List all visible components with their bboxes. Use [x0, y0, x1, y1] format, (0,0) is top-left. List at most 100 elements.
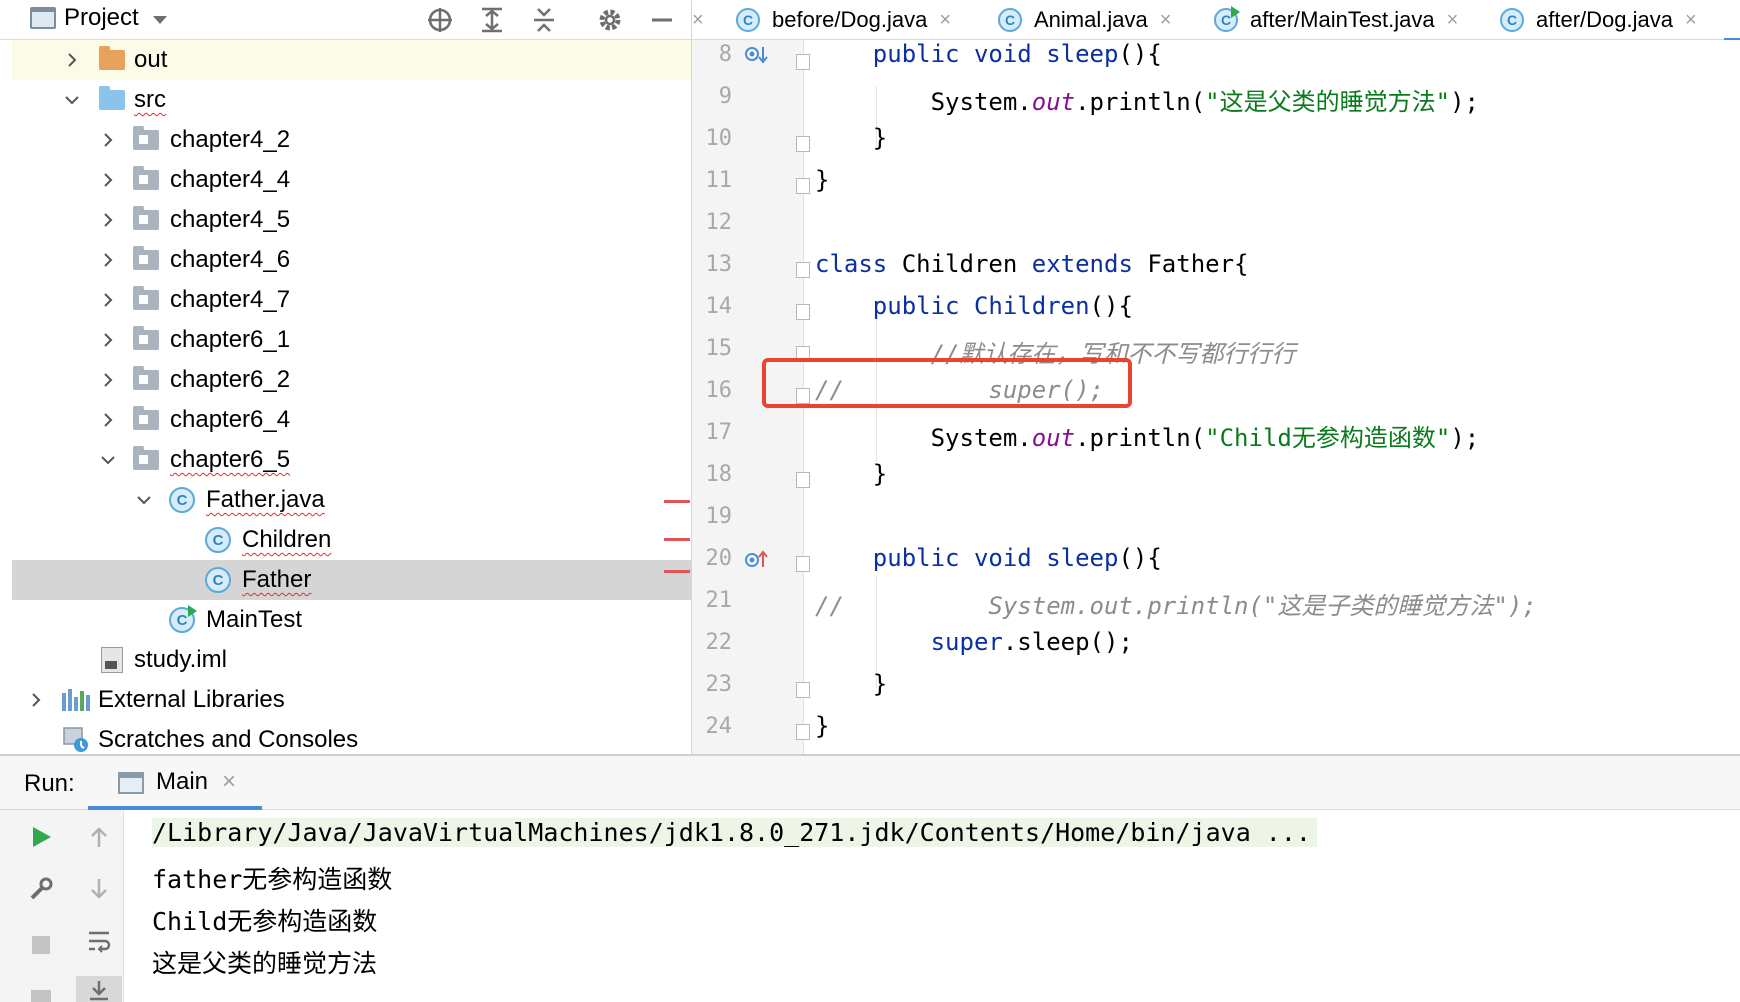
tree-item-label: MainTest	[206, 606, 303, 633]
tree-item-out[interactable]: out	[12, 40, 691, 80]
close-icon[interactable]: ×	[1685, 9, 1697, 32]
down-arrow-icon[interactable]	[84, 874, 114, 904]
up-arrow-icon[interactable]	[84, 822, 114, 852]
code-line: }	[815, 460, 888, 488]
tab-close-icon-left[interactable]: ×	[692, 0, 704, 40]
wrench-icon[interactable]	[26, 874, 56, 904]
chevron-down-icon[interactable]	[62, 90, 82, 110]
close-icon[interactable]: ×	[1160, 9, 1172, 32]
tab-label: after/Dog.java	[1536, 7, 1673, 32]
chevron-right-icon[interactable]	[98, 170, 118, 190]
close-icon[interactable]: ×	[1447, 9, 1459, 32]
tree-item-chapter4_6[interactable]: chapter4_6	[12, 240, 691, 280]
fold-marker-icon[interactable]	[796, 724, 810, 740]
tree-item-chapter6_4[interactable]: chapter6_4	[12, 400, 691, 440]
chevron-down-icon[interactable]	[98, 450, 118, 470]
chevron-right-icon[interactable]	[98, 370, 118, 390]
tree-item-study-iml[interactable]: study.iml	[12, 640, 691, 680]
chevron-right-icon[interactable]	[98, 210, 118, 230]
print-icon[interactable]	[26, 986, 56, 1002]
tree-item-chapter4_7[interactable]: chapter4_7	[12, 280, 691, 320]
tab-after-maintest-java[interactable]: C after/MainTest.java ×	[1214, 0, 1458, 40]
tree-item-label: chapter4_6	[170, 246, 291, 273]
stop-icon[interactable]	[26, 930, 56, 960]
rerun-icon[interactable]	[26, 822, 56, 852]
package-icon	[132, 166, 160, 194]
project-window-icon	[30, 7, 56, 29]
tab-before-dog-java[interactable]: C before/Dog.java ×	[736, 0, 951, 40]
fold-marker-icon[interactable]	[796, 682, 810, 698]
tree-item-label: src	[134, 86, 166, 113]
tree-item-scratches[interactable]: Scratches and Consoles	[12, 720, 691, 754]
fold-marker-icon[interactable]	[796, 556, 810, 572]
class-file-icon: C	[168, 486, 196, 514]
tree-item-maintest[interactable]: C MainTest	[12, 600, 691, 640]
tree-item-father-java[interactable]: C Father.java	[12, 480, 691, 520]
locate-icon[interactable]	[424, 4, 456, 36]
expand-all-icon[interactable]	[476, 4, 508, 36]
tree-item-external-libraries[interactable]: External Libraries	[12, 680, 691, 720]
line-number: 18	[705, 462, 733, 487]
class-icon: C	[204, 566, 232, 594]
project-panel: Project out src chapter4_2 chapter4_4 ch…	[0, 0, 692, 754]
tree-item-chapter6_5[interactable]: chapter6_5	[12, 440, 691, 480]
package-icon	[132, 326, 160, 354]
tree-item-label: chapter6_4	[170, 406, 291, 433]
class-icon: C	[736, 8, 760, 32]
tree-item-label: out	[134, 46, 168, 73]
scroll-to-end-icon[interactable]	[76, 976, 122, 1002]
code-line: }	[815, 670, 888, 698]
collapse-all-icon[interactable]	[528, 4, 560, 36]
fold-marker-icon[interactable]	[796, 262, 810, 278]
close-icon[interactable]: ×	[222, 768, 236, 796]
overrides-method-icon[interactable]	[744, 44, 770, 66]
run-tab-main[interactable]: Main ×	[88, 756, 262, 810]
line-number: 13	[705, 252, 733, 277]
package-icon	[132, 446, 160, 474]
code-line: }	[815, 124, 888, 152]
dropdown-arrow-icon	[152, 16, 167, 24]
fold-marker-icon[interactable]	[796, 304, 810, 320]
tree-item-label: chapter6_5	[170, 446, 291, 473]
tree-item-chapter4_2[interactable]: chapter4_2	[12, 120, 691, 160]
chevron-right-icon[interactable]	[98, 330, 118, 350]
tree-item-label: Father	[242, 566, 312, 593]
fold-marker-icon[interactable]	[796, 136, 810, 152]
gear-icon[interactable]	[594, 4, 626, 36]
tree-item-chapter4_4[interactable]: chapter4_4	[12, 160, 691, 200]
runnable-class-icon: C	[1214, 6, 1240, 32]
close-icon[interactable]: ×	[939, 9, 951, 32]
fold-marker-icon[interactable]	[796, 472, 810, 488]
tree-item-label: chapter6_1	[170, 326, 291, 353]
fold-marker-icon[interactable]	[796, 54, 810, 70]
line-number: 15	[705, 336, 733, 361]
tab-animal-java[interactable]: C Animal.java ×	[998, 0, 1171, 40]
chevron-right-icon[interactable]	[98, 250, 118, 270]
chevron-right-icon[interactable]	[98, 130, 118, 150]
line-number: 10	[705, 126, 733, 151]
tree-item-label: External Libraries	[98, 686, 285, 713]
tree-item-chapter6_2[interactable]: chapter6_2	[12, 360, 691, 400]
code-line: class Children extends Father{	[815, 250, 1249, 278]
fold-marker-icon[interactable]	[796, 178, 810, 194]
tab-after-dog-java[interactable]: C after/Dog.java ×	[1500, 0, 1697, 40]
tree-item-label: chapter4_4	[170, 166, 291, 193]
project-view-selector[interactable]: Project	[30, 4, 167, 32]
tree-item-children[interactable]: C Children	[12, 520, 691, 560]
chevron-right-icon[interactable]	[98, 410, 118, 430]
chevron-right-icon[interactable]	[98, 290, 118, 310]
tree-item-label: chapter6_2	[170, 366, 291, 393]
tree-item-label: Scratches and Consoles	[98, 726, 359, 753]
tree-item-chapter6_1[interactable]: chapter6_1	[12, 320, 691, 360]
tree-item-father[interactable]: C Father	[12, 560, 691, 600]
soft-wrap-icon[interactable]	[84, 926, 114, 956]
chevron-right-icon[interactable]	[62, 50, 82, 70]
overrides-super-icon[interactable]	[744, 548, 770, 570]
chevron-down-icon[interactable]	[134, 490, 154, 510]
tree-item-src[interactable]: src	[12, 80, 691, 120]
hide-icon[interactable]	[646, 4, 678, 36]
tree-item-label: Father.java	[206, 486, 325, 513]
console-output-line: /Library/Java/JavaVirtualMachines/jdk1.8…	[152, 818, 1317, 847]
chevron-right-icon[interactable]	[26, 690, 46, 710]
tree-item-chapter4_5[interactable]: chapter4_5	[12, 200, 691, 240]
